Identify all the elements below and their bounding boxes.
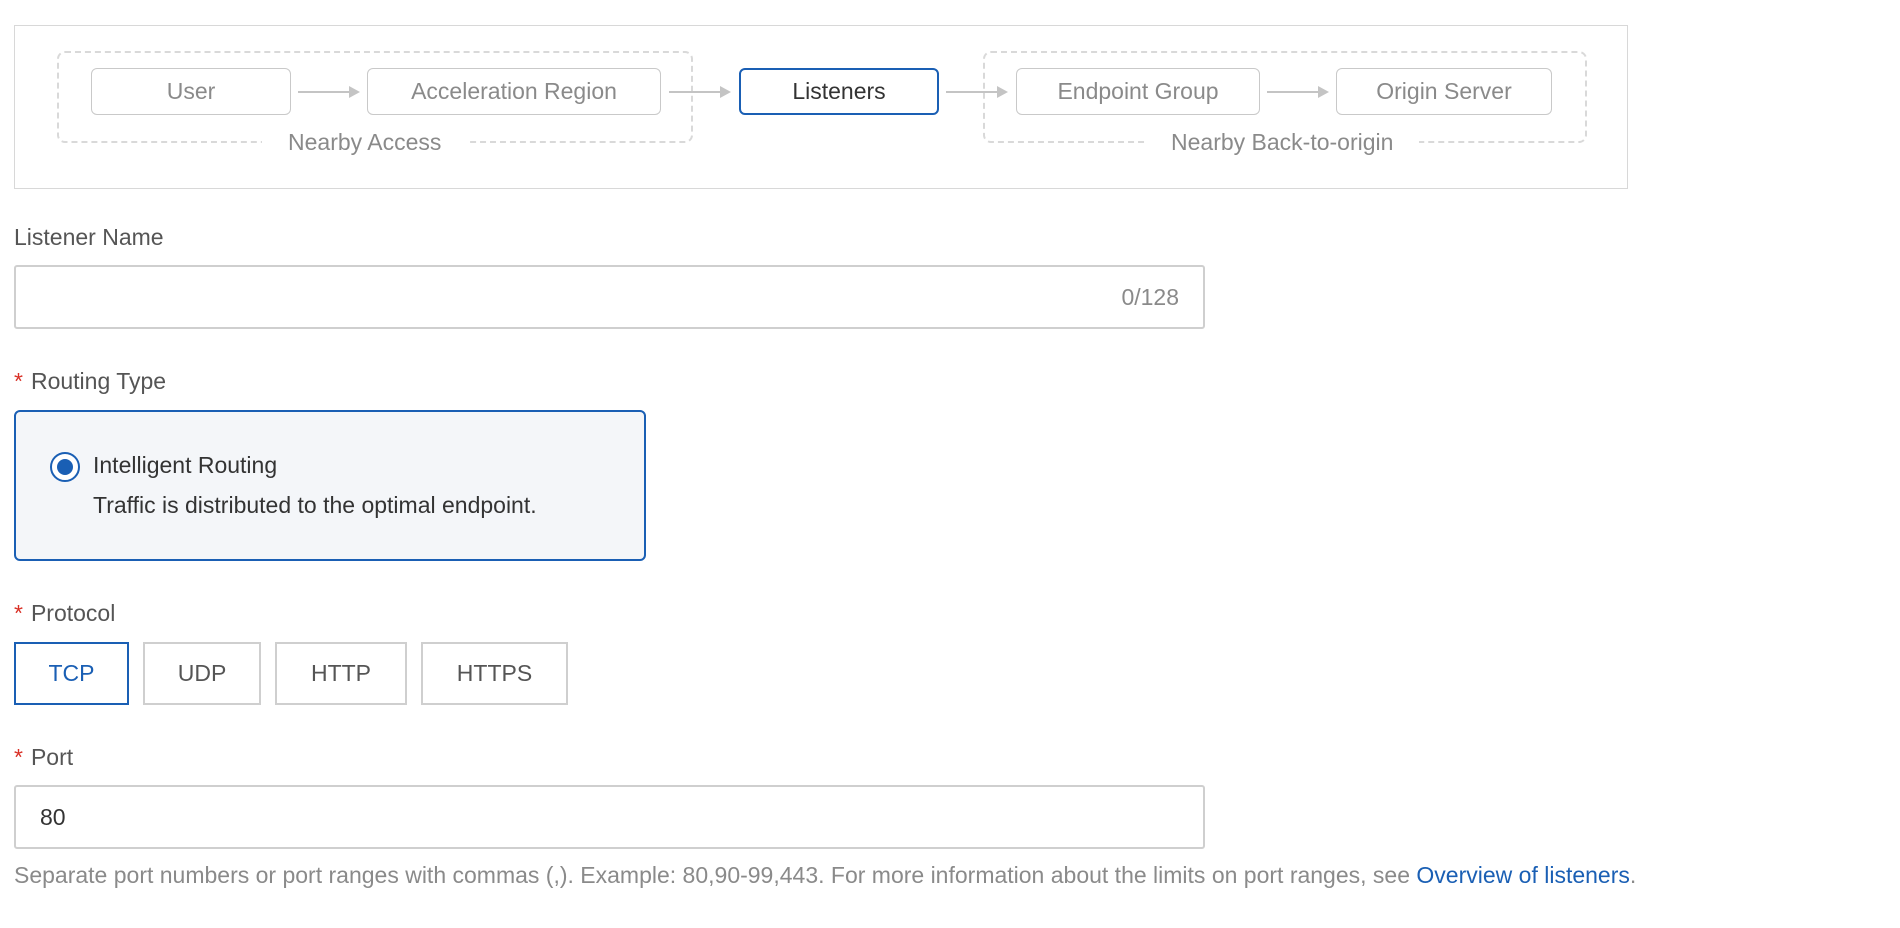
listener-name-char-counter: 0/128 xyxy=(1121,283,1179,310)
flow-arrow-icon xyxy=(669,86,731,98)
intelligent-routing-title: Intelligent Routing xyxy=(93,452,278,478)
required-marker: * xyxy=(14,600,23,626)
listener-config-page: Nearby Access Nearby Back-to-origin User… xyxy=(0,0,1900,928)
listener-name-input[interactable]: 0/128 xyxy=(14,265,1205,329)
flow-arrow-icon xyxy=(1267,86,1329,98)
port-help-text-suffix: . xyxy=(1629,862,1637,888)
port-help-text-body: Separate port numbers or port ranges wit… xyxy=(14,862,1417,888)
protocol-label: * Protocol xyxy=(14,600,115,627)
protocol-https-button[interactable]: HTTPS xyxy=(421,642,568,705)
routing-type-label: * Routing Type xyxy=(14,368,166,395)
port-label-text: Port xyxy=(30,744,74,770)
required-marker: * xyxy=(14,744,23,770)
flow-arrow-icon xyxy=(946,86,1008,98)
port-label: * Port xyxy=(14,744,73,771)
flow-node-endpoint-group: Endpoint Group xyxy=(1016,68,1260,115)
flow-node-acceleration-region: Acceleration Region xyxy=(367,68,661,115)
overview-of-listeners-link[interactable]: Overview of listeners xyxy=(1416,862,1629,888)
port-input[interactable]: 80 xyxy=(14,785,1205,849)
listener-name-label: Listener Name xyxy=(14,224,164,251)
nearby-access-label: Nearby Access xyxy=(262,128,468,156)
protocol-tcp-button[interactable]: TCP xyxy=(14,642,129,705)
intelligent-routing-radio[interactable] xyxy=(50,452,80,482)
routing-type-label-text: Routing Type xyxy=(30,368,167,394)
intelligent-routing-option-card[interactable]: Intelligent Routing Traffic is distribut… xyxy=(14,410,646,561)
radio-selected-dot-icon xyxy=(57,459,73,475)
nearby-back-to-origin-label: Nearby Back-to-origin xyxy=(1145,128,1420,156)
required-marker: * xyxy=(14,368,23,394)
listener-name-label-text: Listener Name xyxy=(14,224,164,250)
flow-node-origin-server: Origin Server xyxy=(1336,68,1552,115)
acceleration-flow-diagram: Nearby Access Nearby Back-to-origin User… xyxy=(14,25,1628,189)
flow-node-user: User xyxy=(91,68,291,115)
intelligent-routing-description: Traffic is distributed to the optimal en… xyxy=(93,492,537,518)
port-help-text: Separate port numbers or port ranges wit… xyxy=(14,862,1636,889)
flow-node-listeners: Listeners xyxy=(739,68,939,115)
flow-arrow-icon xyxy=(298,86,360,98)
protocol-udp-button[interactable]: UDP xyxy=(143,642,261,705)
protocol-http-button[interactable]: HTTP xyxy=(275,642,407,705)
protocol-label-text: Protocol xyxy=(30,600,116,626)
port-value[interactable]: 80 xyxy=(40,804,66,831)
